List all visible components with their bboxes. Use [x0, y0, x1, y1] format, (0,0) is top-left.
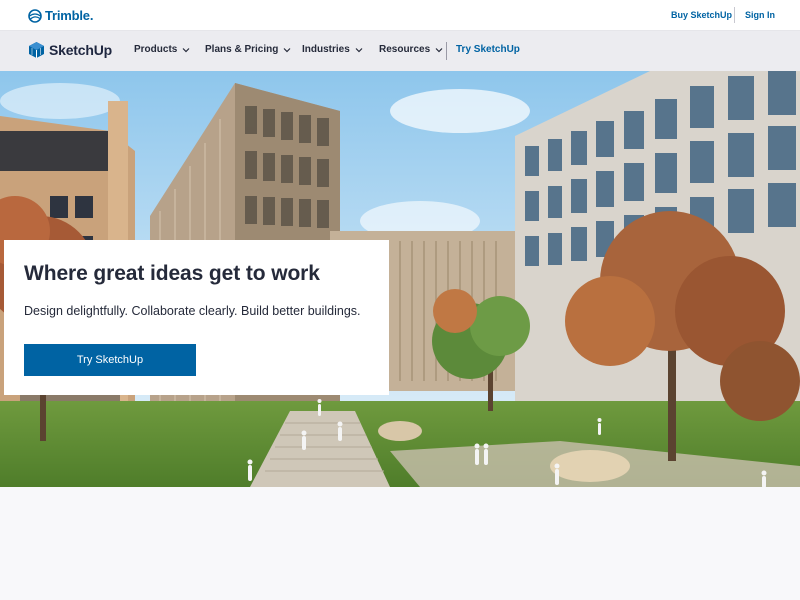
hero-subtitle: Design delightfully. Collaborate clearly…: [24, 304, 361, 318]
sign-in-link[interactable]: Sign In: [745, 10, 775, 20]
hero-card: Where great ideas get to work Design del…: [4, 240, 389, 395]
nav-item-label: Industries: [302, 44, 350, 55]
nav-item-products[interactable]: Products: [134, 44, 190, 55]
trimble-globe-icon: [28, 8, 42, 23]
hero-section: Where great ideas get to work Design del…: [0, 71, 800, 487]
nav-item-industries[interactable]: Industries: [302, 44, 363, 55]
hero-title: Where great ideas get to work: [24, 262, 320, 285]
utility-bar: Trimble. Buy SketchUp Sign In: [0, 0, 800, 31]
nav-try-sketchup-link[interactable]: Try SketchUp: [456, 44, 520, 55]
buy-sketchup-link[interactable]: Buy SketchUp: [671, 10, 732, 20]
chevron-down-icon: [355, 47, 363, 52]
nav-item-label: Plans & Pricing: [205, 44, 279, 55]
chevron-down-icon: [182, 47, 190, 52]
nav-divider: [446, 42, 447, 60]
nav-item-label: Resources: [379, 44, 431, 55]
main-nav: SketchUp Products Plans & Pricing Indust…: [0, 31, 800, 71]
sketchup-logo-text: SketchUp: [49, 42, 112, 58]
trimble-logo-text: Trimble.: [45, 8, 94, 23]
nav-item-plans-pricing[interactable]: Plans & Pricing: [205, 44, 291, 55]
sketchup-cube-icon: [29, 42, 44, 58]
sketchup-logo[interactable]: SketchUp: [28, 41, 112, 59]
nav-item-resources[interactable]: Resources: [379, 44, 443, 55]
trimble-logo[interactable]: Trimble.: [28, 7, 93, 24]
nav-item-label: Products: [134, 44, 178, 55]
try-sketchup-button[interactable]: Try SketchUp: [24, 344, 196, 376]
chevron-down-icon: [283, 47, 291, 52]
chevron-down-icon: [435, 47, 443, 52]
below-hero-area: [0, 487, 800, 600]
topbar-divider: [734, 7, 735, 23]
